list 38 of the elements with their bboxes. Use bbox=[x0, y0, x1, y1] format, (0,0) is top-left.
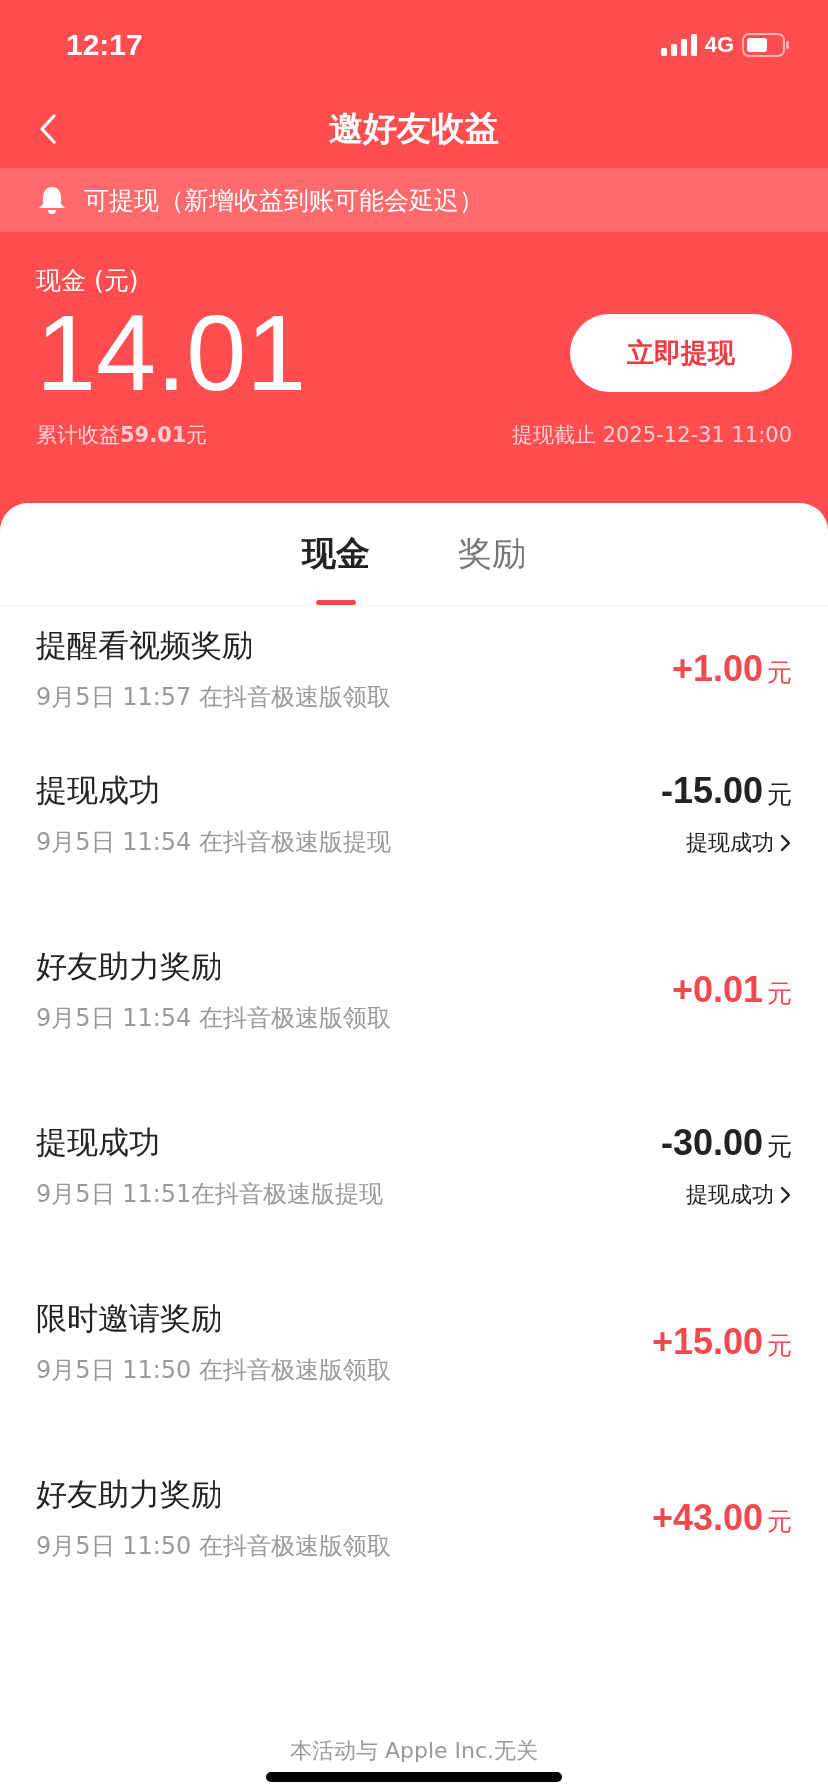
record-amount: -15.00 元 bbox=[660, 770, 792, 812]
withdraw-deadline: 提现截止 2025-12-31 11:00 bbox=[512, 422, 792, 449]
chevron-icon bbox=[780, 1185, 792, 1205]
record-amount: -30.00 元 bbox=[660, 1122, 792, 1164]
page-title: 邀好友收益 bbox=[329, 107, 499, 150]
notice-text: 可提现（新增收益到账可能会延迟） bbox=[84, 184, 484, 217]
bell-icon bbox=[38, 185, 66, 215]
record-detail: 9月5日 11:57 在抖音极速版领取 bbox=[36, 682, 391, 713]
network-label: 4G bbox=[704, 32, 734, 58]
record-title: 好友助力奖励 bbox=[36, 1475, 223, 1514]
status-time: 12:17 bbox=[66, 28, 143, 62]
chevron-icon bbox=[780, 833, 792, 853]
back-icon[interactable] bbox=[38, 113, 58, 145]
disclaimer-text: 本活动与 Apple Inc.无关 bbox=[289, 1737, 539, 1765]
total-earnings: 累计收益59.01元 bbox=[36, 422, 208, 449]
tab[interactable]: 奖励 bbox=[454, 503, 530, 605]
record-title: 好友助力奖励 bbox=[36, 947, 223, 986]
record-amount: +43.00 元 bbox=[651, 1497, 792, 1539]
record-amount: +15.00 元 bbox=[651, 1321, 792, 1363]
balance-label: 现金 (元) bbox=[36, 265, 140, 297]
record-detail: 9月5日 11:54 在抖音极速版提现 bbox=[36, 827, 391, 858]
balance-amount: 14.01 bbox=[36, 299, 307, 407]
record-amount: +0.01 元 bbox=[671, 969, 792, 1011]
record-title: 提现成功 bbox=[36, 771, 161, 810]
status-link[interactable]: 提现成功 bbox=[686, 828, 792, 858]
battery-icon bbox=[742, 33, 790, 57]
record-detail: 9月5日 11:54 在抖音极速版领取 bbox=[36, 1003, 391, 1034]
record-title: 提现成功 bbox=[36, 1123, 161, 1162]
status-link[interactable]: 提现成功 bbox=[686, 1180, 792, 1210]
withdraw-button[interactable]: 立即提现 bbox=[570, 314, 792, 392]
record-amount: +1.00 元 bbox=[671, 648, 792, 690]
record-title: 限时邀请奖励 bbox=[36, 1299, 223, 1338]
record-detail: 9月5日 11:50 在抖音极速版领取 bbox=[36, 1355, 391, 1386]
tab[interactable]: 现金 bbox=[298, 503, 374, 605]
record-detail: 9月5日 11:51在抖音极速版提现 bbox=[36, 1179, 384, 1210]
record-title: 提醒看视频奖励 bbox=[36, 626, 254, 665]
signal-icon bbox=[660, 34, 697, 56]
record-detail: 9月5日 11:50 在抖音极速版领取 bbox=[36, 1531, 391, 1562]
